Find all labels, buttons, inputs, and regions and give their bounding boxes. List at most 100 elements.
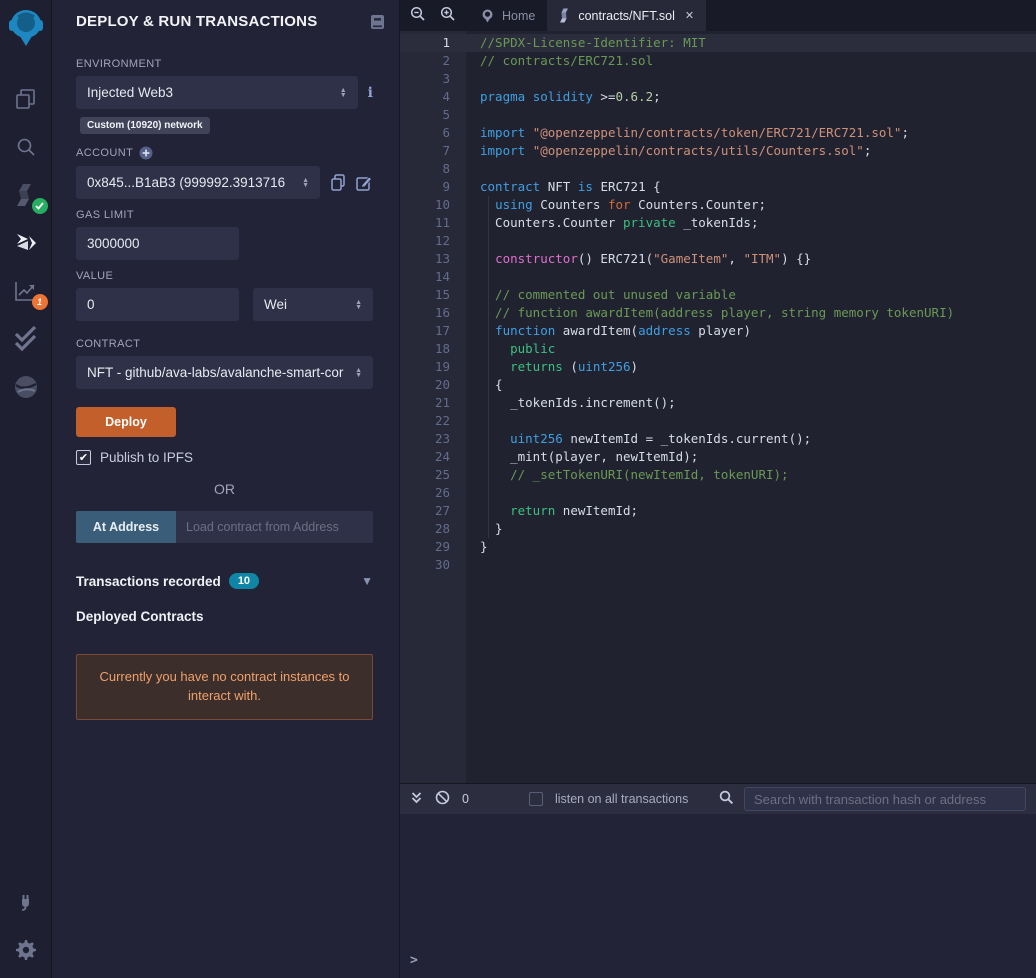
unit-testing-icon[interactable] xyxy=(10,323,42,355)
close-tab-icon[interactable]: ✕ xyxy=(685,9,694,22)
code-line[interactable]: 17 function awardItem(address player) xyxy=(400,322,1036,340)
line-number: 21 xyxy=(400,394,466,412)
line-number: 23 xyxy=(400,430,466,448)
deployed-contracts-label: Deployed Contracts xyxy=(76,609,204,624)
zoom-out-icon[interactable] xyxy=(410,6,426,25)
sign-message-icon[interactable] xyxy=(356,175,373,191)
code-line[interactable]: 14 xyxy=(400,268,1036,286)
code-line[interactable]: 8 xyxy=(400,160,1036,178)
environment-info-icon[interactable]: i xyxy=(368,85,373,101)
documentation-icon[interactable] xyxy=(370,14,385,30)
code-line[interactable]: 13 constructor() ERC721("GameItem", "ITM… xyxy=(400,250,1036,268)
gas-limit-label: GAS LIMIT xyxy=(76,209,134,221)
listen-transactions-checkbox[interactable] xyxy=(528,792,543,806)
line-number: 12 xyxy=(400,232,466,250)
analysis-icon[interactable]: 1 xyxy=(10,275,48,310)
chevron-updown-icon: ▲ ▼ xyxy=(355,366,362,379)
code-line[interactable]: 5 xyxy=(400,106,1036,124)
editor-tabbar: Home contracts/NFT.sol ✕ xyxy=(400,0,1036,31)
terminal-prompt[interactable]: > xyxy=(410,953,418,968)
line-number: 28 xyxy=(400,520,466,538)
contract-label: CONTRACT xyxy=(76,338,141,350)
line-number: 4 xyxy=(400,88,466,106)
code-line[interactable]: 1//SPDX-License-Identifier: MIT xyxy=(400,34,1036,52)
search-icon[interactable] xyxy=(10,131,42,163)
code-line[interactable]: 3 xyxy=(400,70,1036,88)
code-line[interactable]: 19 returns (uint256) xyxy=(400,358,1036,376)
debugger-icon[interactable] xyxy=(10,371,42,403)
copy-account-icon[interactable] xyxy=(330,174,346,191)
terminal-output[interactable]: > xyxy=(400,814,1036,978)
terminal-panel: 0 listen on all transactions > xyxy=(400,783,1036,978)
chevron-down-icon[interactable]: ▼ xyxy=(361,574,373,588)
code-line[interactable]: 6 import "@openzeppelin/contracts/token/E… xyxy=(400,124,1036,142)
chevron-updown-icon: ▲ ▼ xyxy=(302,176,309,189)
value-unit-select[interactable]: Wei ▲ ▼ xyxy=(253,288,373,321)
deploy-run-icon[interactable] xyxy=(10,227,42,259)
code-line[interactable]: 22 xyxy=(400,412,1036,430)
terminal-search-input[interactable] xyxy=(744,787,1026,811)
publish-ipfs-checkbox[interactable]: ✔ Publish to IPFS xyxy=(76,450,373,465)
account-select[interactable]: 0x845...B1aB3 (999992.3913716 ▲ ▼ xyxy=(76,166,320,199)
code-line[interactable]: 9 contract NFT is ERC721 { xyxy=(400,178,1036,196)
code-line[interactable]: 20 { xyxy=(400,376,1036,394)
code-line[interactable]: 24 _mint(player, newItemId); xyxy=(400,448,1036,466)
line-number: 20 xyxy=(400,376,466,394)
line-number: 25 xyxy=(400,466,466,484)
checkbox-checked-icon[interactable]: ✔ xyxy=(76,450,91,465)
pending-tx-count: 0 xyxy=(462,792,469,806)
deploy-button[interactable]: Deploy xyxy=(76,407,176,437)
settings-icon[interactable] xyxy=(10,934,42,966)
line-number: 7 xyxy=(400,142,466,160)
at-address-input[interactable] xyxy=(176,511,373,543)
tab-home[interactable]: Home xyxy=(468,0,547,31)
clear-console-icon[interactable] xyxy=(435,790,450,808)
plugin-manager-icon[interactable] xyxy=(10,886,42,918)
publish-ipfs-label: Publish to IPFS xyxy=(100,450,194,465)
code-line[interactable]: 12 xyxy=(400,232,1036,250)
environment-label: ENVIRONMENT xyxy=(76,58,162,70)
terminal-expand-icon[interactable] xyxy=(410,791,423,808)
code-line[interactable]: 15 // commented out unused variable xyxy=(400,286,1036,304)
solidity-compiler-icon[interactable] xyxy=(10,179,48,214)
code-line[interactable]: 11 Counters.Counter private _tokenIds; xyxy=(400,214,1036,232)
line-number: 5 xyxy=(400,106,466,124)
code-line[interactable]: 18 public xyxy=(400,340,1036,358)
line-number: 8 xyxy=(400,160,466,178)
solidity-file-icon xyxy=(560,8,569,23)
remix-mini-icon xyxy=(482,9,493,23)
code-line[interactable]: 26 xyxy=(400,484,1036,502)
line-number: 22 xyxy=(400,412,466,430)
remix-logo[interactable] xyxy=(5,6,47,53)
code-line[interactable]: 29} xyxy=(400,538,1036,556)
contract-select[interactable]: NFT - github/ava-labs/avalanche-smart-co… xyxy=(76,356,373,389)
code-editor[interactable]: 1//SPDX-License-Identifier: MIT 2// contr… xyxy=(400,31,1036,783)
environment-select[interactable]: Injected Web3 ▲ ▼ xyxy=(76,76,358,109)
main-area: Home contracts/NFT.sol ✕ 1//SPDX-License… xyxy=(400,0,1036,978)
code-line[interactable]: 7 import "@openzeppelin/contracts/utils/C… xyxy=(400,142,1036,160)
terminal-search-icon xyxy=(719,790,734,808)
code-line[interactable]: 25 // _setTokenURI(newItemId, tokenURI); xyxy=(400,466,1036,484)
code-line[interactable]: 28 } xyxy=(400,520,1036,538)
value-input[interactable] xyxy=(76,288,239,321)
code-line[interactable]: 10 using Counters for Counters.Counter; xyxy=(400,196,1036,214)
code-line[interactable]: 21 _tokenIds.increment(); xyxy=(400,394,1036,412)
at-address-button[interactable]: At Address xyxy=(76,511,176,543)
tab-contracts-nft-sol[interactable]: contracts/NFT.sol ✕ xyxy=(547,0,707,31)
file-explorer-icon[interactable] xyxy=(10,83,42,115)
icon-sidebar: 1 xyxy=(0,0,52,978)
code-line[interactable]: 2// contracts/ERC721.sol xyxy=(400,52,1036,70)
code-line[interactable]: 27 return newItemId; xyxy=(400,502,1036,520)
code-line[interactable]: 23 uint256 newItemId = _tokenIds.current… xyxy=(400,430,1036,448)
line-number: 13 xyxy=(400,250,466,268)
terminal-toolbar: 0 listen on all transactions xyxy=(400,784,1036,814)
code-line[interactable]: 4 pragma solidity >=0.6.2; xyxy=(400,88,1036,106)
add-account-icon[interactable] xyxy=(139,146,153,160)
gas-limit-input[interactable] xyxy=(76,227,239,260)
line-number: 6 xyxy=(400,124,466,142)
line-number: 14 xyxy=(400,268,466,286)
code-line[interactable]: 30 xyxy=(400,556,1036,574)
code-line[interactable]: 16 // function awardItem(address player,… xyxy=(400,304,1036,322)
zoom-in-icon[interactable] xyxy=(440,6,456,25)
listen-transactions-label: listen on all transactions xyxy=(554,792,689,806)
